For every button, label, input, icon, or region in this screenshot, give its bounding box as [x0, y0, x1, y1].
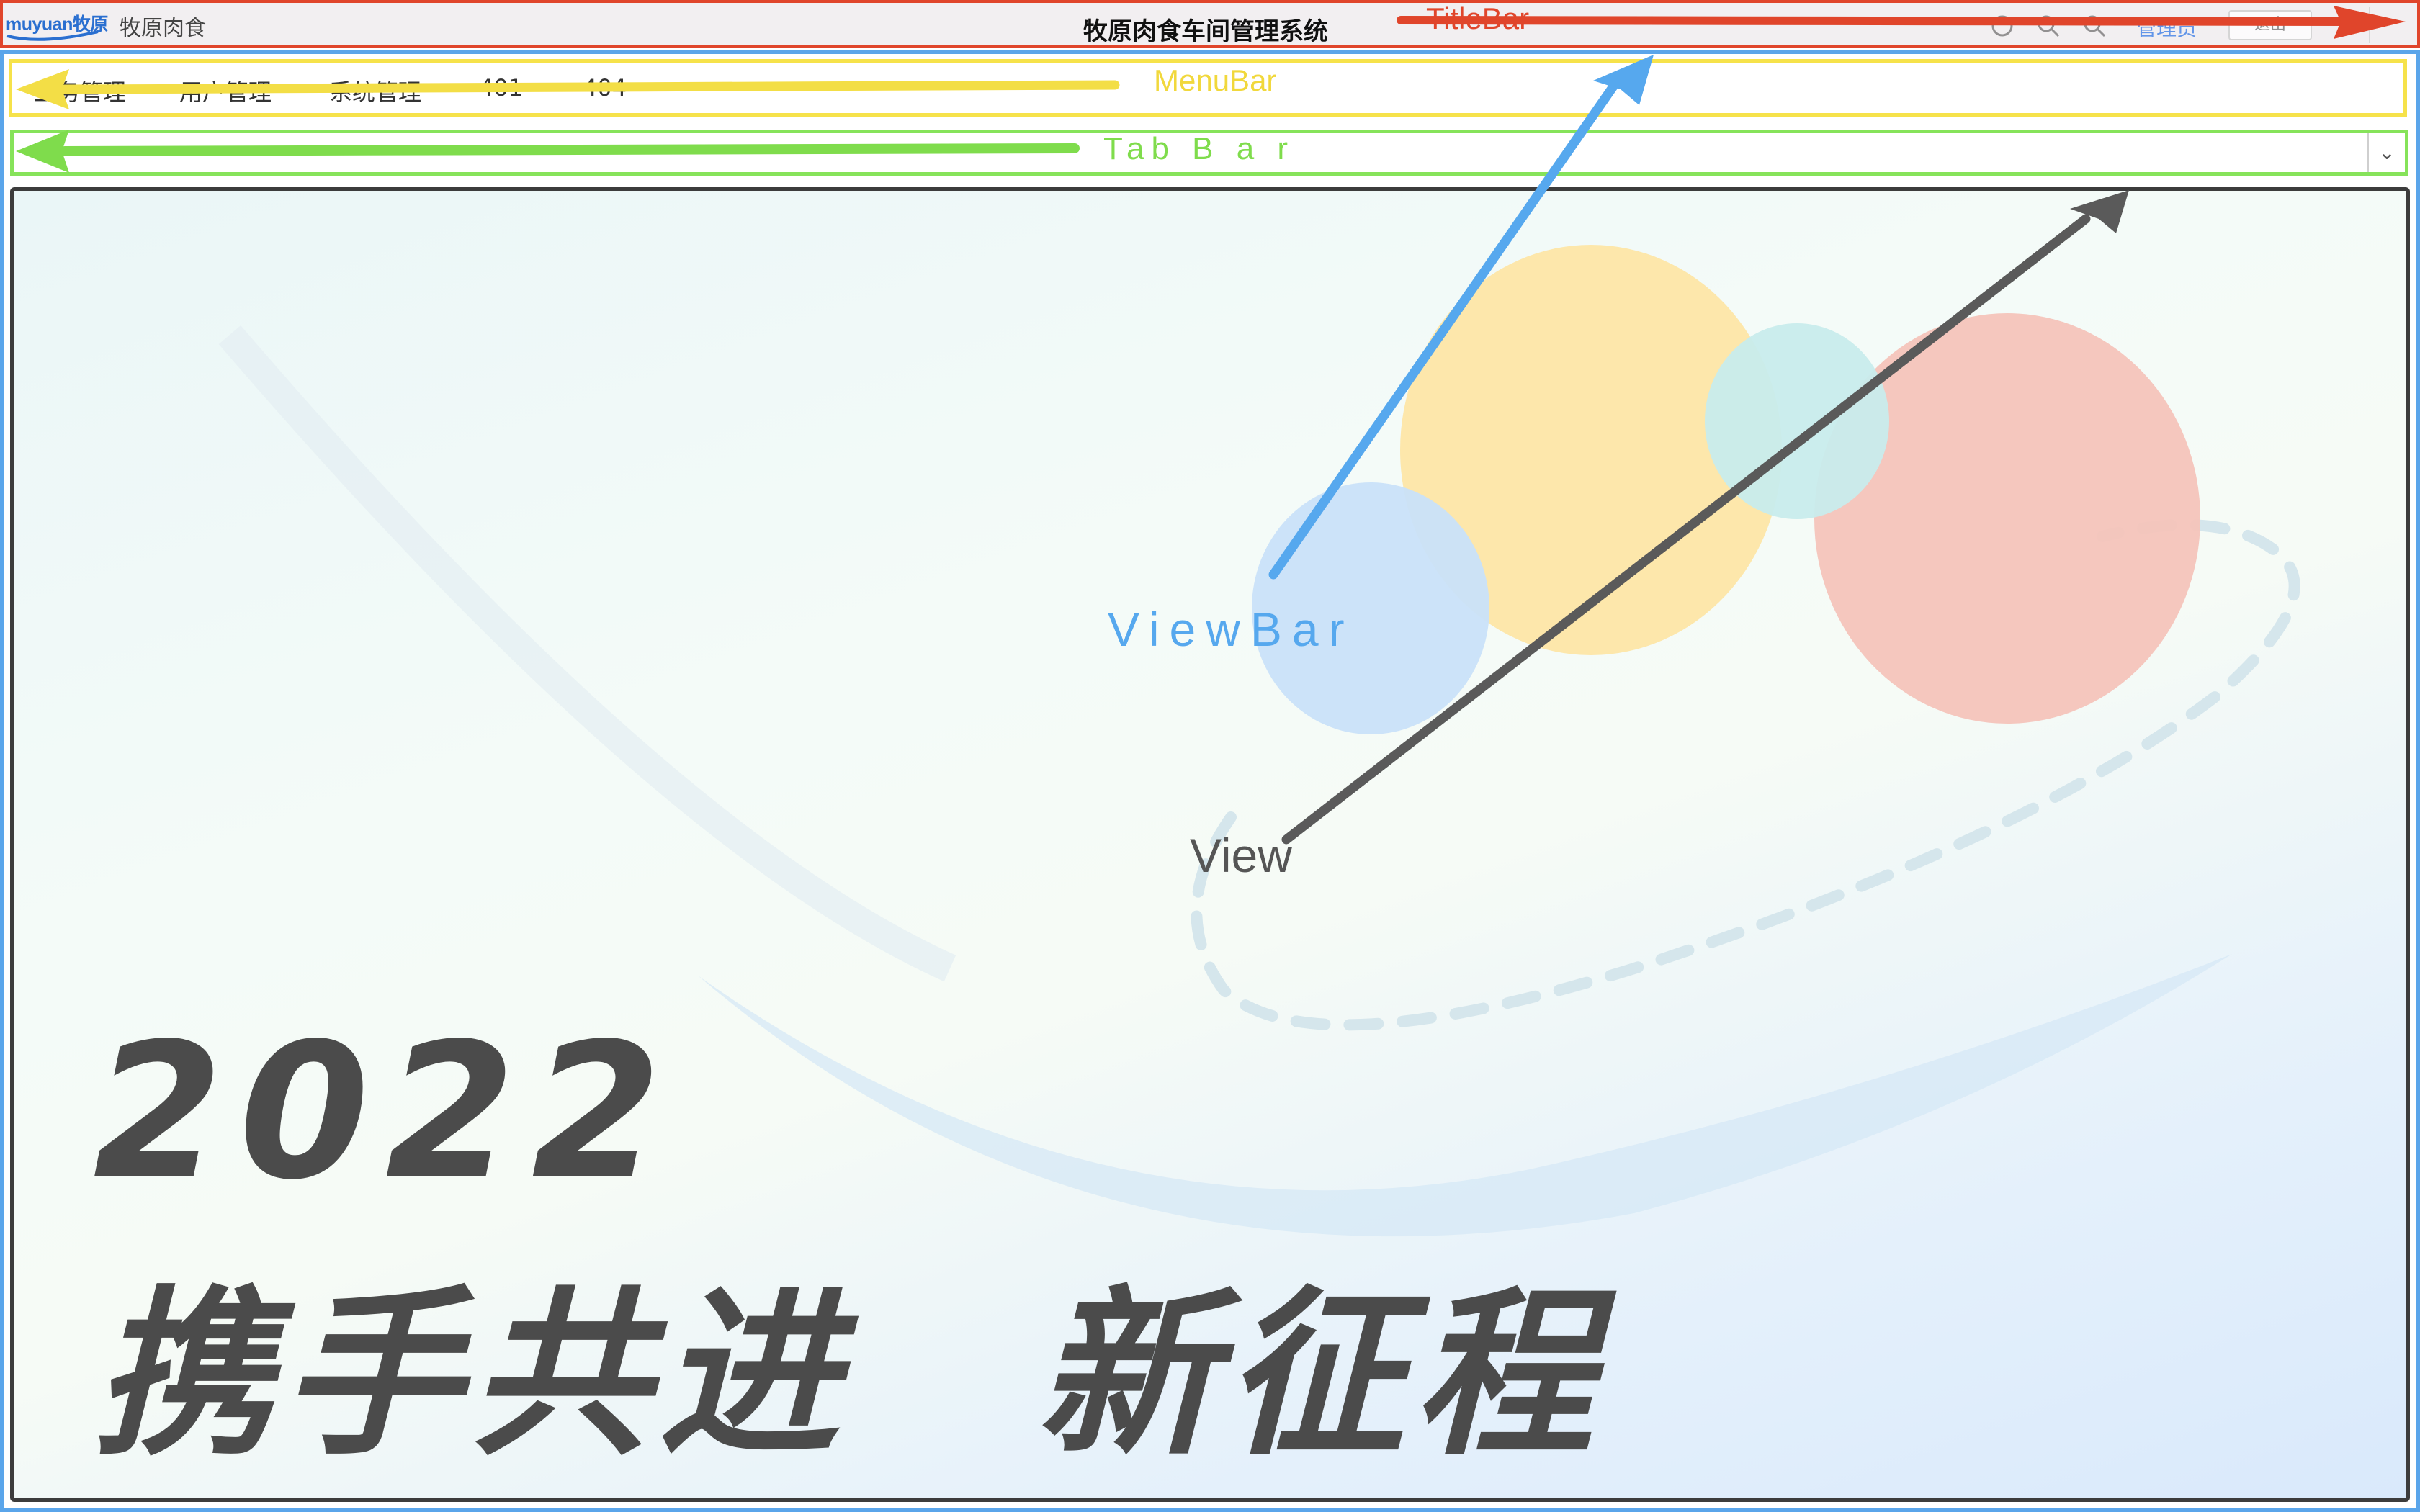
- logout-button[interactable]: 退出: [2228, 10, 2312, 40]
- chevron-down-icon: ⌄: [2378, 140, 2396, 164]
- title-divider: [2369, 7, 2370, 43]
- menu-item-404[interactable]: 404: [583, 74, 627, 102]
- annotation-menubar: MenuBar: [1154, 63, 1277, 97]
- tab-dropdown-button[interactable]: ⌄: [2367, 133, 2405, 172]
- menu-item-system[interactable]: 系统管理: [329, 74, 421, 107]
- title-bar: muyuan牧原 牧原肉食 牧原肉食车间管理系统 管理员 退出: [0, 0, 2420, 48]
- brand-name: 牧原肉食: [120, 16, 206, 41]
- headline-slogan: 携手共进 新征程: [93, 1270, 1603, 1480]
- search-icon[interactable]: [2035, 13, 2061, 39]
- headline-year: 2022: [93, 1004, 678, 1221]
- annotation-view: View: [1190, 829, 1292, 882]
- menu-item-users[interactable]: 用户管理: [179, 74, 272, 107]
- annotation-titlebar: TitleBar: [1426, 1, 1530, 35]
- app-title: 牧原肉食车间管理系统: [1083, 17, 1328, 46]
- menu-item-business[interactable]: 业务管理: [34, 74, 126, 107]
- logo-swoosh-icon: [6, 30, 99, 41]
- company-logo: muyuan牧原: [6, 7, 108, 42]
- zoom-icon[interactable]: [2081, 13, 2107, 39]
- clock-icon[interactable]: [1989, 13, 2015, 39]
- annotation-viewbar: ViewBar: [1108, 603, 1355, 656]
- annotation-tabbar: Tab B a r: [1103, 131, 1296, 166]
- user-name[interactable]: 管理员: [2136, 13, 2197, 42]
- menu-item-401[interactable]: 401: [479, 74, 523, 102]
